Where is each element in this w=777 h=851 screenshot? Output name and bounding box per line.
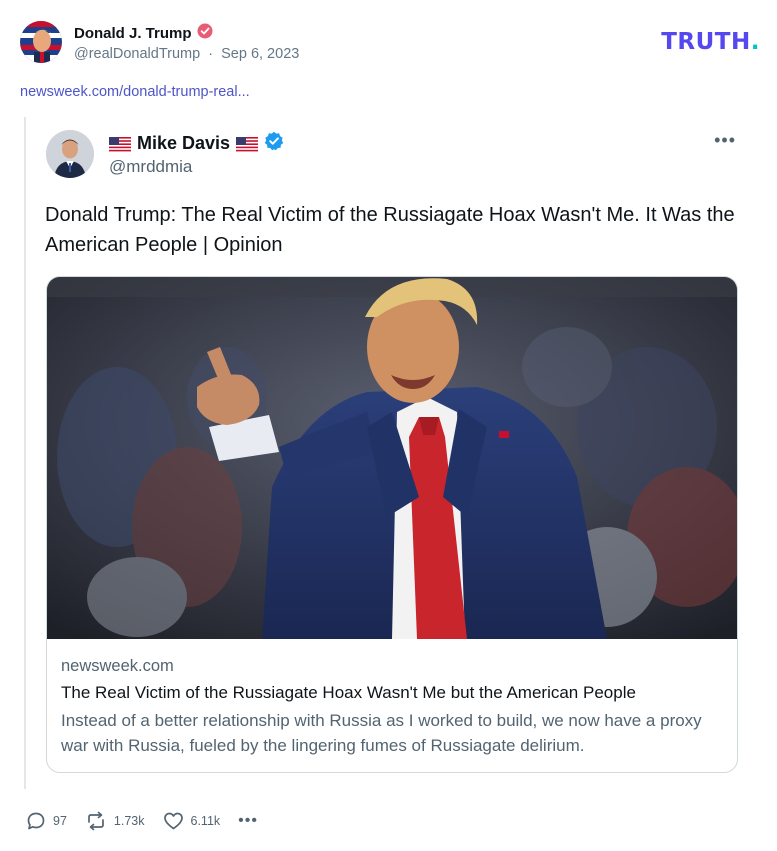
tweet-author-name-row[interactable]: Mike Davis [109,131,284,156]
card-domain: newsweek.com [61,657,174,675]
link-preview-card[interactable]: newsweek.com The Real Victim of the Russ… [46,276,738,773]
heart-icon [163,811,184,831]
post-link[interactable]: newsweek.com/donald-trump-real... [20,84,250,100]
repost-button[interactable]: 1.73k [85,811,145,831]
tweet-author-avatar[interactable] [46,130,94,178]
reply-button[interactable]: 97 [26,811,67,831]
verified-badge-icon [264,131,284,156]
more-options-icon[interactable]: ••• [714,130,736,151]
author-avatar[interactable] [20,21,62,63]
author-name[interactable]: Donald J. Trump [74,25,192,42]
logo-dot: . [750,29,760,55]
post-date[interactable]: Sep 6, 2023 [221,46,299,62]
like-button[interactable]: 6.11k [163,811,221,831]
verified-badge-icon [197,23,213,43]
link-preview-image[interactable] [47,277,737,639]
embedded-tweet: Mike Davis @mrddmia ••• Donald Trump: Th… [44,128,744,788]
more-actions-icon[interactable]: ••• [238,812,258,830]
tweet-text: Donald Trump: The Real Victim of the Rus… [45,204,735,256]
truth-social-logo[interactable]: TRUTH. [661,29,760,55]
meta-separator: · [208,46,214,62]
repost-count: 1.73k [113,814,145,828]
tweet-author-handle[interactable]: @mrddmia [109,157,192,177]
reply-count: 97 [53,814,67,828]
tweet-author-name[interactable]: Mike Davis [137,133,230,154]
post-actions-bar: 97 1.73k 6.11k ••• [26,809,258,833]
card-description: Instead of a better relationship with Ru… [61,711,702,755]
post-header: Donald J. Trump @realDonaldTrump · Sep 6… [20,21,760,65]
author-name-row[interactable]: Donald J. Trump [74,23,213,43]
us-flag-icon [236,136,259,152]
like-count: 6.11k [190,814,221,828]
quote-divider [24,117,26,789]
logo-text: TRUTH [661,29,751,55]
us-flag-icon [109,136,131,152]
reply-icon [26,811,46,831]
author-meta: @realDonaldTrump · Sep 6, 2023 [74,46,299,62]
repost-icon [85,811,107,831]
card-title[interactable]: The Real Victim of the Russiagate Hoax W… [61,683,636,703]
author-handle[interactable]: @realDonaldTrump [74,46,200,62]
